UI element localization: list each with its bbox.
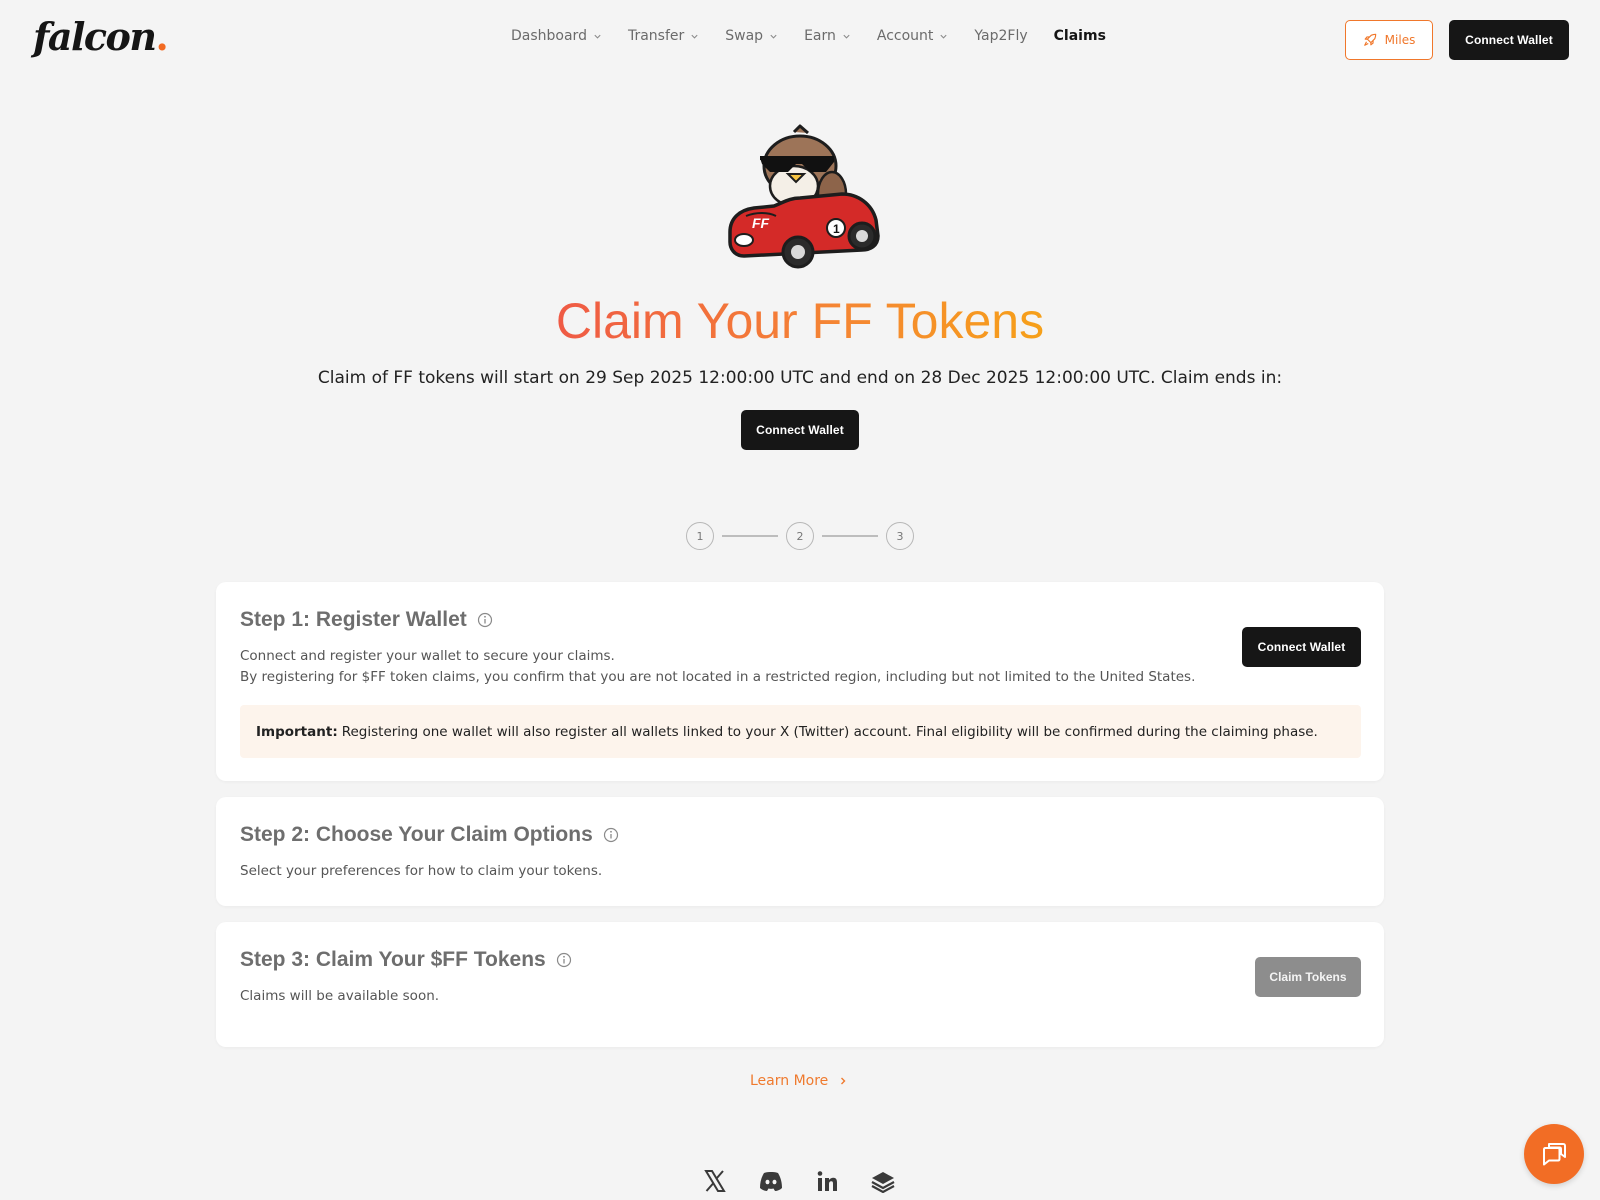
nav-yap2fly[interactable]: Yap2Fly — [974, 28, 1027, 44]
step-2-title: Step 2: Choose Your Claim Options — [240, 823, 619, 847]
nav-dashboard[interactable]: Dashboard — [511, 28, 602, 44]
nav-swap[interactable]: Swap — [725, 28, 778, 44]
stepper-connector — [822, 535, 878, 537]
nav-claims[interactable]: Claims — [1054, 28, 1106, 44]
step-2-description: Select your preferences for how to claim… — [240, 863, 603, 879]
chevron-right-icon — [841, 1077, 846, 1085]
stepper-step-1: 1 — [686, 522, 714, 550]
falcon-logo[interactable]: falcon. — [33, 14, 169, 59]
chat-icon — [1543, 1143, 1566, 1166]
discord-icon[interactable] — [758, 1168, 784, 1194]
nav-transfer[interactable]: Transfer — [628, 28, 699, 44]
miles-button[interactable]: Miles — [1345, 20, 1433, 60]
claim-tokens-button[interactable]: Claim Tokens — [1255, 957, 1361, 997]
main-nav: Dashboard Transfer Swap Earn Account Yap… — [511, 28, 1132, 44]
nav-earn[interactable]: Earn — [804, 28, 851, 44]
chat-support-button[interactable] — [1524, 1124, 1584, 1184]
car-number-decal: 1 — [833, 222, 840, 236]
chevron-down-icon — [940, 34, 948, 39]
rocket-icon — [1363, 33, 1376, 46]
falcon-mascot-car-illustration: FF 1 — [728, 124, 880, 269]
step-3-description: Claims will be available soon. — [240, 988, 440, 1004]
chevron-down-icon — [594, 34, 601, 39]
step-1-card: Step 1: Register Wallet Connect and regi… — [216, 582, 1384, 781]
important-notice: Important: Registering one wallet will a… — [240, 705, 1361, 758]
stepper-step-2: 2 — [786, 522, 814, 550]
gitbook-icon[interactable] — [870, 1168, 896, 1194]
chevron-down-icon — [843, 34, 850, 39]
top-header: falcon. Dashboard Transfer Swap Earn Acc… — [0, 0, 1600, 80]
stepper-step-3: 3 — [886, 522, 914, 550]
step-2-card: Step 2: Choose Your Claim Options Select… — [216, 797, 1384, 906]
car-ff-decal: FF — [752, 215, 770, 231]
step-3-card: Step 3: Claim Your $FF Tokens Claims wil… — [216, 922, 1384, 1047]
step-1-title: Step 1: Register Wallet — [240, 608, 493, 632]
info-icon[interactable] — [477, 612, 493, 628]
x-icon[interactable] — [702, 1168, 728, 1194]
chevron-down-icon — [691, 34, 698, 39]
linkedin-icon[interactable] — [814, 1168, 840, 1194]
chevron-down-icon — [770, 34, 777, 39]
header-connect-wallet-button[interactable]: Connect Wallet — [1449, 20, 1569, 60]
step-3-title: Step 3: Claim Your $FF Tokens — [240, 948, 572, 972]
claim-window-description: Claim of FF tokens will start on 29 Sep … — [317, 368, 1283, 388]
nav-account[interactable]: Account — [877, 28, 949, 44]
step-1-connect-wallet-button[interactable]: Connect Wallet — [1242, 627, 1361, 667]
stepper-connector — [722, 535, 778, 537]
progress-stepper: 1 2 3 — [686, 522, 914, 550]
info-icon[interactable] — [556, 952, 572, 968]
info-icon[interactable] — [603, 827, 619, 843]
hero-connect-wallet-button[interactable]: Connect Wallet — [741, 410, 859, 450]
page-title: Claim Your FF Tokens — [555, 293, 1045, 349]
social-links — [702, 1168, 896, 1194]
learn-more-link[interactable]: Learn More — [750, 1073, 848, 1089]
step-1-description: Connect and register your wallet to secu… — [240, 648, 1196, 685]
